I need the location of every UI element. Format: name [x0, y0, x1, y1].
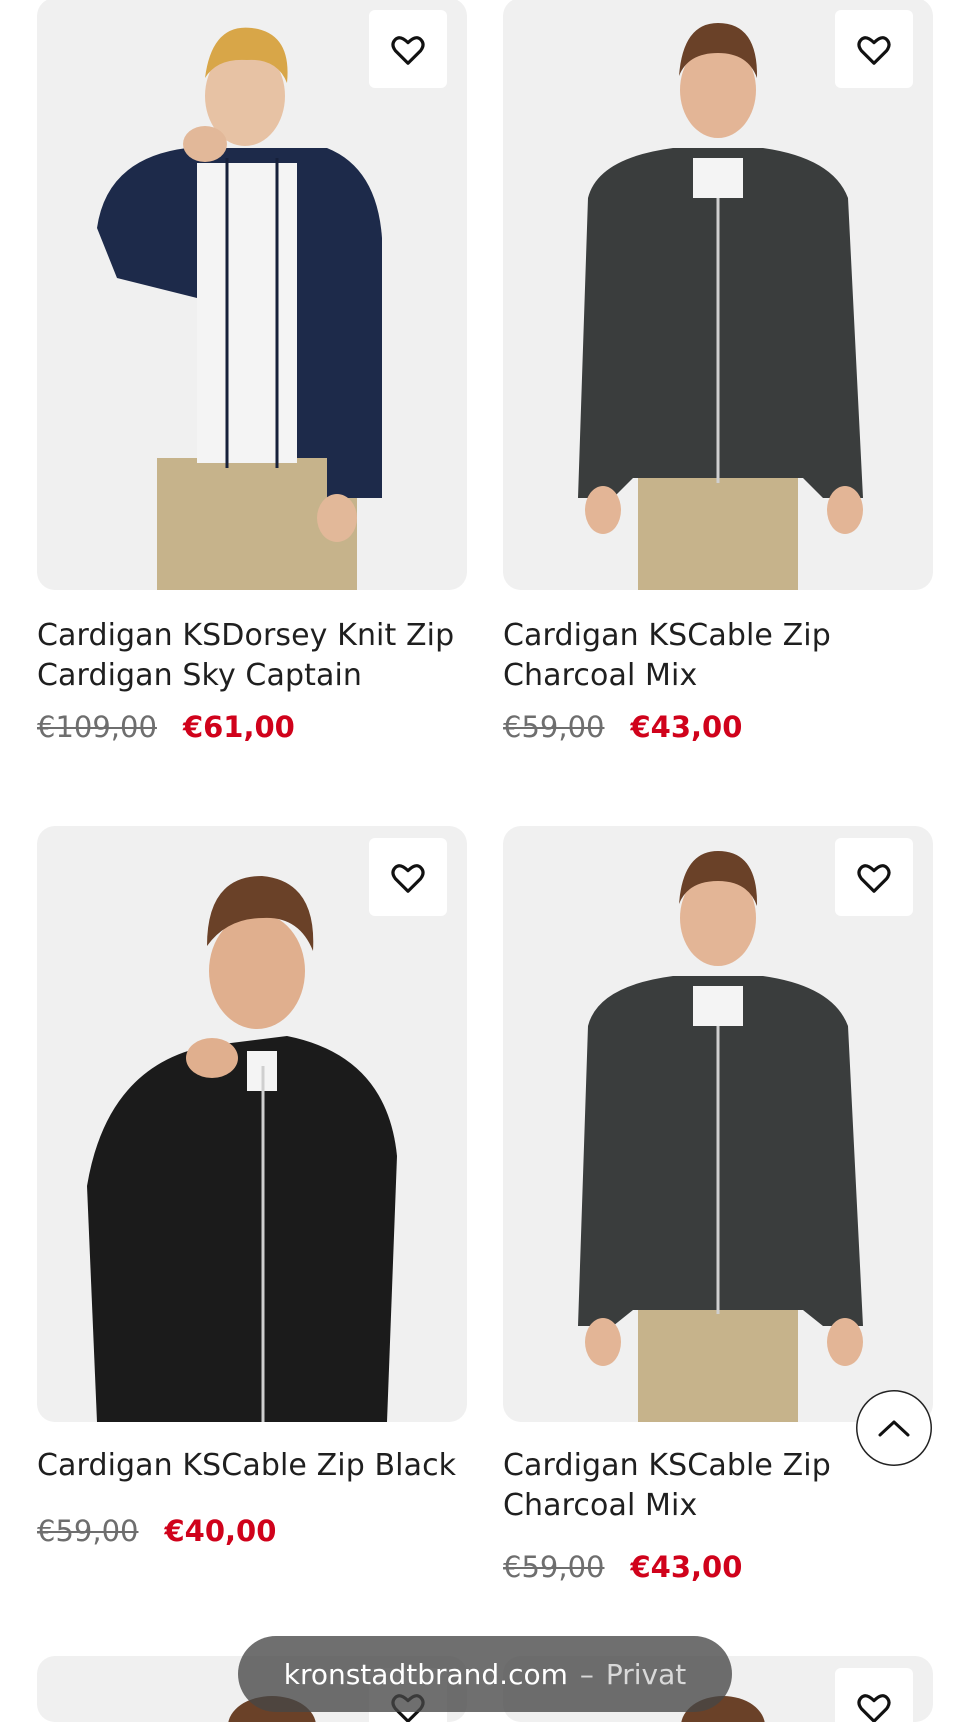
original-price: €59,00: [37, 1514, 139, 1548]
price-row: €59,00 €43,00: [503, 710, 742, 744]
favorite-button[interactable]: [835, 1668, 913, 1722]
heart-outline-icon: [857, 864, 891, 893]
product-image[interactable]: [37, 0, 467, 590]
original-price: €59,00: [503, 1550, 605, 1584]
product-title[interactable]: Cardigan KSCable Zip Black: [37, 1446, 467, 1486]
original-price: €59,00: [503, 710, 605, 744]
sale-price: €43,00: [630, 1550, 743, 1584]
chevron-up-icon: [878, 1420, 910, 1437]
sale-price: €40,00: [164, 1514, 277, 1548]
price-row: €59,00 €43,00: [503, 1550, 742, 1584]
favorite-button[interactable]: [369, 838, 447, 916]
model-photo: [578, 23, 863, 590]
product-title[interactable]: Cardigan KSCable Zip Charcoal Mix: [503, 616, 933, 696]
price-row: €59,00 €40,00: [37, 1514, 276, 1548]
heart-outline-icon: [857, 36, 891, 65]
price-row: €109,00 €61,00: [37, 710, 295, 744]
product-image[interactable]: [503, 0, 933, 590]
heart-outline-icon: [857, 1694, 891, 1722]
favorite-button[interactable]: [835, 10, 913, 88]
url-separator: –: [579, 1657, 594, 1691]
sale-price: €43,00: [630, 710, 743, 744]
sale-price: €61,00: [182, 710, 295, 744]
product-image[interactable]: [503, 826, 933, 1422]
browser-url-bar[interactable]: kronstadtbrand.com – Privat: [238, 1636, 732, 1712]
original-price: €109,00: [37, 710, 157, 744]
scroll-to-top-button[interactable]: [856, 1390, 932, 1466]
product-image[interactable]: [37, 826, 467, 1422]
model-photo: [97, 27, 382, 590]
heart-outline-icon: [391, 36, 425, 65]
favorite-button[interactable]: [835, 838, 913, 916]
product-title[interactable]: Cardigan KSCable Zip Charcoal Mix: [503, 1446, 933, 1526]
heart-outline-icon: [391, 864, 425, 893]
favorite-button[interactable]: [369, 10, 447, 88]
product-title[interactable]: Cardigan KSDorsey Knit Zip Cardigan Sky …: [37, 616, 467, 696]
private-mode-label: Privat: [605, 1657, 687, 1691]
url-domain: kronstadtbrand.com: [283, 1657, 568, 1691]
